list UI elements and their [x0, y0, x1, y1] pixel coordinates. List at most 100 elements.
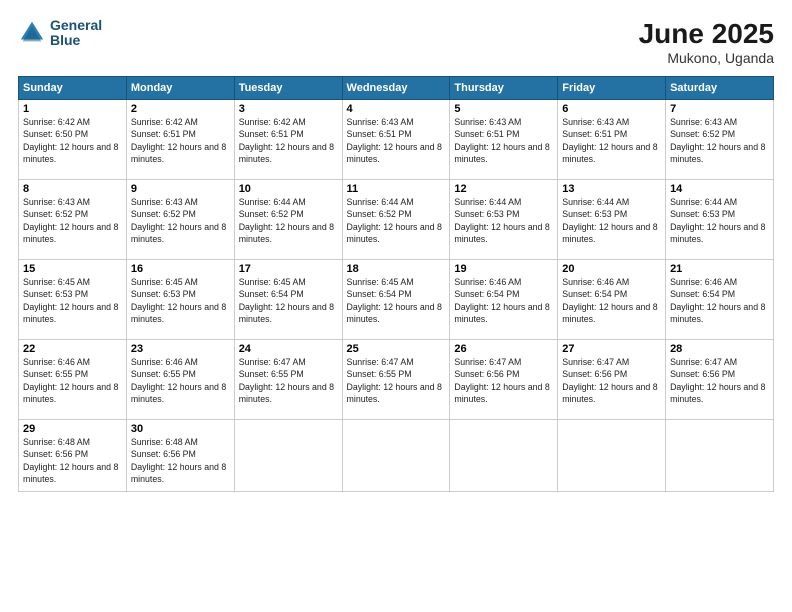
day-cell [342, 420, 450, 492]
day-cell: 23 Sunrise: 6:46 AM Sunset: 6:55 PM Dayl… [126, 340, 234, 420]
day-info: Sunrise: 6:48 AM Sunset: 6:56 PM Dayligh… [131, 436, 230, 485]
sunset-label: Sunset: 6:52 PM [131, 209, 196, 219]
day-cell: 21 Sunrise: 6:46 AM Sunset: 6:54 PM Dayl… [666, 260, 774, 340]
daylight-label: Daylight: 12 hours and 8 minutes. [562, 222, 657, 244]
logo: General Blue [18, 18, 102, 49]
sunrise-label: Sunrise: 6:48 AM [23, 437, 90, 447]
day-number: 25 [347, 343, 446, 355]
sunset-label: Sunset: 6:53 PM [670, 209, 735, 219]
day-number: 16 [131, 263, 230, 275]
sunrise-label: Sunrise: 6:43 AM [23, 197, 90, 207]
day-cell [234, 420, 342, 492]
sunrise-label: Sunrise: 6:43 AM [131, 197, 198, 207]
day-number: 29 [23, 423, 122, 435]
title-area: June 2025 Mukono, Uganda [639, 18, 774, 66]
day-number: 27 [562, 343, 661, 355]
day-cell: 29 Sunrise: 6:48 AM Sunset: 6:56 PM Dayl… [19, 420, 127, 492]
day-cell: 15 Sunrise: 6:45 AM Sunset: 6:53 PM Dayl… [19, 260, 127, 340]
day-number: 22 [23, 343, 122, 355]
sunrise-label: Sunrise: 6:44 AM [347, 197, 414, 207]
day-info: Sunrise: 6:43 AM Sunset: 6:51 PM Dayligh… [347, 116, 446, 165]
day-info: Sunrise: 6:48 AM Sunset: 6:56 PM Dayligh… [23, 436, 122, 485]
day-cell: 6 Sunrise: 6:43 AM Sunset: 6:51 PM Dayli… [558, 100, 666, 180]
daylight-label: Daylight: 12 hours and 8 minutes. [131, 462, 226, 484]
sunrise-label: Sunrise: 6:45 AM [239, 277, 306, 287]
day-number: 24 [239, 343, 338, 355]
sunrise-label: Sunrise: 6:44 AM [454, 197, 521, 207]
sunset-label: Sunset: 6:56 PM [670, 369, 735, 379]
daylight-label: Daylight: 12 hours and 8 minutes. [239, 142, 334, 164]
day-cell: 17 Sunrise: 6:45 AM Sunset: 6:54 PM Dayl… [234, 260, 342, 340]
sunset-label: Sunset: 6:54 PM [562, 289, 627, 299]
day-number: 15 [23, 263, 122, 275]
month-title: June 2025 [639, 18, 774, 50]
day-info: Sunrise: 6:44 AM Sunset: 6:53 PM Dayligh… [670, 196, 769, 245]
day-info: Sunrise: 6:43 AM Sunset: 6:51 PM Dayligh… [562, 116, 661, 165]
week-row-1: 1 Sunrise: 6:42 AM Sunset: 6:50 PM Dayli… [19, 100, 774, 180]
daylight-label: Daylight: 12 hours and 8 minutes. [23, 462, 118, 484]
daylight-label: Daylight: 12 hours and 8 minutes. [23, 302, 118, 324]
sunset-label: Sunset: 6:55 PM [23, 369, 88, 379]
daylight-label: Daylight: 12 hours and 8 minutes. [562, 142, 657, 164]
sunset-label: Sunset: 6:52 PM [347, 209, 412, 219]
weekday-header-saturday: Saturday [666, 77, 774, 100]
daylight-label: Daylight: 12 hours and 8 minutes. [347, 382, 442, 404]
day-cell: 20 Sunrise: 6:46 AM Sunset: 6:54 PM Dayl… [558, 260, 666, 340]
sunset-label: Sunset: 6:55 PM [131, 369, 196, 379]
day-info: Sunrise: 6:46 AM Sunset: 6:55 PM Dayligh… [131, 356, 230, 405]
daylight-label: Daylight: 12 hours and 8 minutes. [23, 382, 118, 404]
daylight-label: Daylight: 12 hours and 8 minutes. [454, 382, 549, 404]
sunrise-label: Sunrise: 6:46 AM [562, 277, 629, 287]
day-cell [666, 420, 774, 492]
day-cell: 16 Sunrise: 6:45 AM Sunset: 6:53 PM Dayl… [126, 260, 234, 340]
day-number: 7 [670, 103, 769, 115]
week-row-3: 15 Sunrise: 6:45 AM Sunset: 6:53 PM Dayl… [19, 260, 774, 340]
day-number: 19 [454, 263, 553, 275]
day-cell: 13 Sunrise: 6:44 AM Sunset: 6:53 PM Dayl… [558, 180, 666, 260]
sunrise-label: Sunrise: 6:43 AM [347, 117, 414, 127]
day-number: 23 [131, 343, 230, 355]
sunset-label: Sunset: 6:52 PM [670, 129, 735, 139]
sunrise-label: Sunrise: 6:47 AM [670, 357, 737, 367]
day-cell: 8 Sunrise: 6:43 AM Sunset: 6:52 PM Dayli… [19, 180, 127, 260]
sunrise-label: Sunrise: 6:46 AM [131, 357, 198, 367]
day-number: 1 [23, 103, 122, 115]
day-number: 28 [670, 343, 769, 355]
sunset-label: Sunset: 6:54 PM [239, 289, 304, 299]
daylight-label: Daylight: 12 hours and 8 minutes. [347, 222, 442, 244]
day-cell: 18 Sunrise: 6:45 AM Sunset: 6:54 PM Dayl… [342, 260, 450, 340]
weekday-header-sunday: Sunday [19, 77, 127, 100]
day-number: 17 [239, 263, 338, 275]
day-info: Sunrise: 6:46 AM Sunset: 6:55 PM Dayligh… [23, 356, 122, 405]
day-info: Sunrise: 6:42 AM Sunset: 6:51 PM Dayligh… [131, 116, 230, 165]
daylight-label: Daylight: 12 hours and 8 minutes. [239, 222, 334, 244]
sunrise-label: Sunrise: 6:42 AM [239, 117, 306, 127]
sunrise-label: Sunrise: 6:44 AM [239, 197, 306, 207]
week-row-5: 29 Sunrise: 6:48 AM Sunset: 6:56 PM Dayl… [19, 420, 774, 492]
sunrise-label: Sunrise: 6:48 AM [131, 437, 198, 447]
day-info: Sunrise: 6:47 AM Sunset: 6:55 PM Dayligh… [347, 356, 446, 405]
sunrise-label: Sunrise: 6:46 AM [454, 277, 521, 287]
day-number: 6 [562, 103, 661, 115]
day-cell: 19 Sunrise: 6:46 AM Sunset: 6:54 PM Dayl… [450, 260, 558, 340]
day-info: Sunrise: 6:44 AM Sunset: 6:52 PM Dayligh… [347, 196, 446, 245]
sunset-label: Sunset: 6:51 PM [239, 129, 304, 139]
daylight-label: Daylight: 12 hours and 8 minutes. [131, 142, 226, 164]
sunset-label: Sunset: 6:56 PM [562, 369, 627, 379]
daylight-label: Daylight: 12 hours and 8 minutes. [670, 382, 765, 404]
sunset-label: Sunset: 6:51 PM [131, 129, 196, 139]
day-cell: 7 Sunrise: 6:43 AM Sunset: 6:52 PM Dayli… [666, 100, 774, 180]
daylight-label: Daylight: 12 hours and 8 minutes. [131, 382, 226, 404]
sunset-label: Sunset: 6:56 PM [131, 449, 196, 459]
day-cell: 1 Sunrise: 6:42 AM Sunset: 6:50 PM Dayli… [19, 100, 127, 180]
sunset-label: Sunset: 6:50 PM [23, 129, 88, 139]
day-info: Sunrise: 6:47 AM Sunset: 6:56 PM Dayligh… [562, 356, 661, 405]
header: General Blue June 2025 Mukono, Uganda [18, 18, 774, 66]
day-info: Sunrise: 6:42 AM Sunset: 6:50 PM Dayligh… [23, 116, 122, 165]
day-number: 9 [131, 183, 230, 195]
day-info: Sunrise: 6:46 AM Sunset: 6:54 PM Dayligh… [670, 276, 769, 325]
day-cell: 3 Sunrise: 6:42 AM Sunset: 6:51 PM Dayli… [234, 100, 342, 180]
day-cell: 9 Sunrise: 6:43 AM Sunset: 6:52 PM Dayli… [126, 180, 234, 260]
day-number: 30 [131, 423, 230, 435]
week-row-4: 22 Sunrise: 6:46 AM Sunset: 6:55 PM Dayl… [19, 340, 774, 420]
